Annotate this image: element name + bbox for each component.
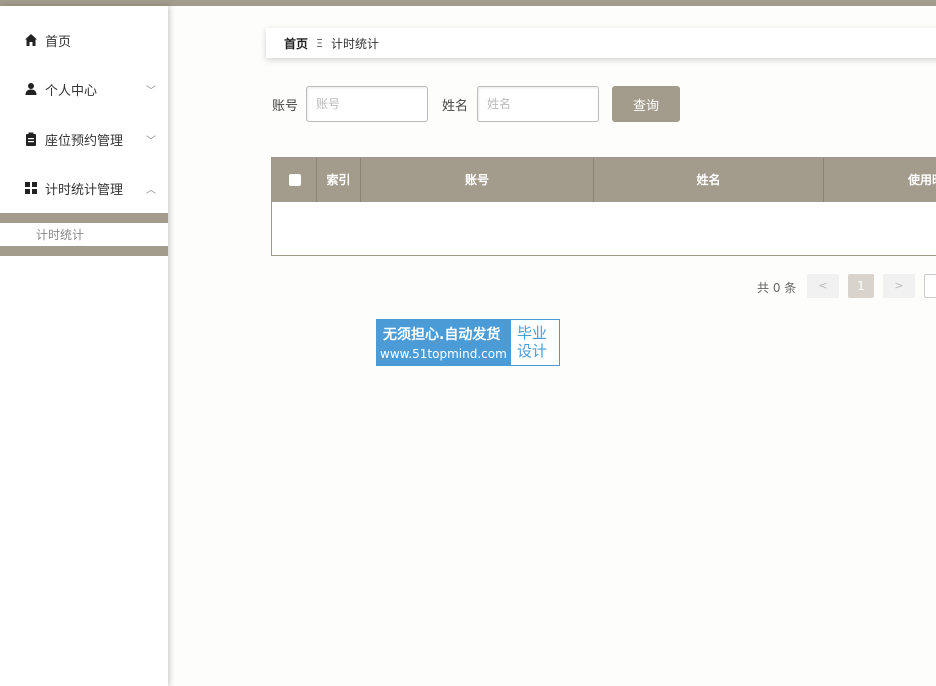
watermark-right: 毕业 设计 — [517, 324, 557, 360]
sidebar-item-label: 座位预约管理 — [45, 133, 124, 149]
breadcrumb: 首页 Ξ 计时统计 — [266, 28, 936, 58]
column-header-index[interactable]: 索引 — [317, 158, 361, 202]
query-button[interactable]: 查询 — [612, 86, 680, 122]
breadcrumb-current: 计时统计 — [330, 36, 379, 51]
name-label: 姓名 — [442, 99, 469, 114]
sidebar: 首页 个人中心 ﹀ 座位预约管理 ﹀ 计时统计管理 ︿ 计时统计 — [0, 6, 168, 686]
watermark-right-line1: 毕业 — [517, 324, 548, 342]
name-input[interactable] — [477, 86, 599, 122]
current-page-button[interactable]: 1 — [848, 274, 874, 298]
chevron-down-icon: ﹀ — [146, 135, 156, 147]
breadcrumb-separator-icon: Ξ — [316, 36, 323, 50]
watermark-banner: 无须担心.自动发货 www.51topmind.com 毕业 设计 — [376, 319, 560, 366]
sidebar-item-personal-center[interactable]: 个人中心 ﹀ — [0, 69, 168, 109]
watermark-url: www.51topmind.com — [380, 347, 507, 361]
pagination-total: 共 0 条 — [757, 281, 797, 295]
chevron-up-icon: ︿ — [146, 184, 156, 196]
column-header-name[interactable]: 姓名 — [594, 158, 824, 202]
sidebar-item-label: 首页 — [45, 34, 72, 50]
page-jump-input[interactable] — [924, 274, 936, 298]
user-icon — [24, 82, 38, 96]
sidebar-item-label: 计时统计管理 — [45, 182, 124, 198]
chevron-down-icon: ﹀ — [146, 85, 156, 97]
next-page-button[interactable]: > — [883, 274, 915, 298]
account-label: 账号 — [272, 99, 299, 114]
sidebar-item-label: 个人中心 — [45, 83, 98, 99]
sidebar-item-seat-booking[interactable]: 座位预约管理 ﹀ — [0, 119, 168, 159]
prev-page-button[interactable]: < — [807, 274, 839, 298]
sidebar-item-home[interactable]: 首页 — [0, 20, 168, 60]
submenu-divider — [0, 246, 168, 256]
submenu-divider — [0, 213, 168, 223]
watermark-slogan: 无须担心.自动发货 — [383, 327, 501, 343]
column-header-account[interactable]: 账号 — [361, 158, 594, 202]
column-header-usage-time[interactable]: 使用时 — [824, 158, 936, 202]
home-icon — [24, 33, 38, 47]
sidebar-item-timing-stats[interactable]: 计时统计管理 ︿ — [0, 168, 168, 208]
data-table: 索引 账号 姓名 使用时 — [271, 157, 936, 256]
account-input[interactable] — [306, 86, 428, 122]
select-all-cell — [272, 158, 317, 202]
grid-icon — [24, 181, 38, 195]
watermark-left: 无须担心.自动发货 www.51topmind.com — [377, 320, 511, 365]
watermark-right-line2: 设计 — [517, 342, 548, 360]
clipboard-icon — [24, 132, 38, 146]
submenu-item-timing-stats[interactable]: 计时统计 — [0, 224, 168, 246]
select-all-checkbox[interactable] — [289, 174, 301, 186]
table-header: 索引 账号 姓名 使用时 — [272, 158, 936, 202]
breadcrumb-home[interactable]: 首页 — [284, 35, 308, 52]
